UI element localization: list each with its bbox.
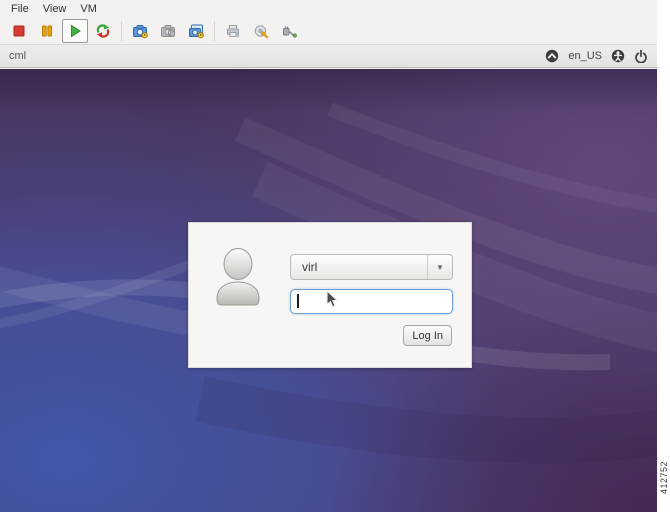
desktop: virl ▼ Log In: [0, 69, 657, 512]
mouse-cursor: [326, 290, 339, 308]
settings-icon: [254, 24, 269, 38]
menu-vm[interactable]: VM: [73, 1, 104, 17]
pause-icon: [42, 25, 52, 36]
reset-icon: [96, 23, 110, 38]
play-icon: [71, 24, 81, 37]
manage-snapshots-icon: [189, 24, 204, 38]
locale-indicator[interactable]: en_US: [568, 50, 602, 62]
login-fields: virl ▼: [290, 254, 453, 314]
menubar: File View VM: [0, 0, 657, 17]
suspend-button[interactable]: [34, 19, 60, 43]
figure: File View VM cml en_US virl ▼ Log In 412…: [0, 0, 670, 512]
login-button[interactable]: Log In: [403, 325, 452, 346]
reset-button[interactable]: [90, 19, 116, 43]
user-avatar-icon: [216, 248, 260, 306]
usb-device-icon: [283, 26, 297, 38]
password-input[interactable]: [290, 289, 453, 314]
revert-snapshot-button[interactable]: [155, 19, 181, 43]
toolbar-separator: [121, 20, 122, 41]
menu-view[interactable]: View: [36, 1, 74, 17]
guest-panel: cml en_US: [0, 45, 657, 68]
take-snapshot-button[interactable]: [127, 19, 153, 43]
print-button[interactable]: [220, 19, 246, 43]
toolbar-separator: [214, 20, 215, 41]
settings-button[interactable]: [248, 19, 274, 43]
revert-snapshot-icon: [161, 24, 175, 37]
take-snapshot-icon: [133, 24, 148, 38]
panel-indicators: en_US: [545, 49, 648, 63]
password-wrap: [290, 289, 453, 314]
accessibility-icon[interactable]: [611, 49, 625, 63]
stop-icon: [13, 25, 25, 36]
print-icon: [227, 24, 240, 37]
manage-snapshots-button[interactable]: [183, 19, 209, 43]
hostname-label: cml: [9, 50, 27, 62]
chevron-down-icon[interactable]: ▼: [427, 255, 452, 279]
figure-number: 412752: [659, 460, 669, 494]
menu-file[interactable]: File: [4, 1, 36, 17]
play-button[interactable]: [62, 18, 88, 43]
usb-device-button[interactable]: [276, 19, 302, 43]
vm-console-window: File View VM cml en_US virl ▼ Log In: [0, 0, 657, 512]
toolbar: [0, 17, 657, 45]
username-select[interactable]: virl ▼: [290, 254, 453, 280]
session-icon[interactable]: [545, 49, 559, 63]
stop-button[interactable]: [6, 19, 32, 43]
username-selected: virl: [302, 260, 318, 274]
power-icon[interactable]: [634, 49, 648, 63]
text-caret: [297, 294, 299, 308]
